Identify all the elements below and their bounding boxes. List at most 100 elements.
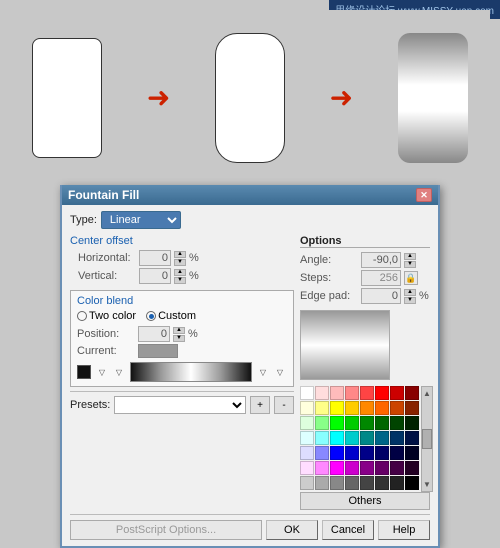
palette-color-cell[interactable] bbox=[405, 461, 419, 475]
palette-color-cell[interactable] bbox=[315, 446, 329, 460]
scroll-down-arrow[interactable]: ▼ bbox=[423, 480, 431, 489]
scroll-up-arrow[interactable]: ▲ bbox=[423, 389, 431, 398]
palette-color-cell[interactable] bbox=[315, 416, 329, 430]
presets-add-btn[interactable]: + bbox=[250, 396, 270, 414]
position-input[interactable] bbox=[138, 326, 170, 342]
tri-left-1[interactable]: ▽ bbox=[95, 365, 109, 379]
palette-color-cell[interactable] bbox=[405, 416, 419, 430]
palette-color-cell[interactable] bbox=[360, 431, 374, 445]
edge-pad-input[interactable] bbox=[361, 288, 401, 304]
palette-color-cell[interactable] bbox=[300, 461, 314, 475]
palette-color-cell[interactable] bbox=[345, 461, 359, 475]
palette-color-cell[interactable] bbox=[315, 476, 329, 490]
postscript-button[interactable]: PostScript Options... bbox=[70, 520, 262, 540]
cancel-button[interactable]: Cancel bbox=[322, 520, 374, 540]
tri-right-1[interactable]: ▽ bbox=[256, 365, 270, 379]
black-swatch[interactable] bbox=[77, 365, 91, 379]
palette-color-cell[interactable] bbox=[360, 386, 374, 400]
position-up[interactable]: ▲ bbox=[173, 327, 185, 334]
palette-color-cell[interactable] bbox=[390, 401, 404, 415]
current-swatch[interactable] bbox=[138, 344, 178, 358]
palette-color-cell[interactable] bbox=[390, 386, 404, 400]
angle-row: Angle: ▲ ▼ bbox=[300, 252, 430, 268]
edge-pad-down[interactable]: ▼ bbox=[404, 297, 416, 304]
palette-color-cell[interactable] bbox=[300, 386, 314, 400]
palette-color-cell[interactable] bbox=[375, 386, 389, 400]
palette-color-cell[interactable] bbox=[375, 401, 389, 415]
two-color-radio[interactable]: Two color bbox=[77, 310, 136, 322]
palette-color-cell[interactable] bbox=[360, 401, 374, 415]
palette-color-cell[interactable] bbox=[360, 416, 374, 430]
palette-color-cell[interactable] bbox=[345, 416, 359, 430]
angle-up[interactable]: ▲ bbox=[404, 253, 416, 260]
palette-color-cell[interactable] bbox=[375, 431, 389, 445]
palette-color-cell[interactable] bbox=[330, 461, 344, 475]
palette-color-cell[interactable] bbox=[315, 401, 329, 415]
steps-input[interactable] bbox=[361, 270, 401, 286]
palette-color-cell[interactable] bbox=[360, 461, 374, 475]
horizontal-up[interactable]: ▲ bbox=[174, 251, 186, 258]
type-select[interactable]: Linear bbox=[101, 211, 181, 229]
palette-color-cell[interactable] bbox=[300, 401, 314, 415]
palette-color-cell[interactable] bbox=[390, 416, 404, 430]
palette-scrollbar[interactable]: ▲ ▼ bbox=[421, 386, 433, 492]
palette-color-cell[interactable] bbox=[345, 476, 359, 490]
palette-color-cell[interactable] bbox=[300, 446, 314, 460]
palette-color-cell[interactable] bbox=[375, 461, 389, 475]
palette-color-cell[interactable] bbox=[390, 446, 404, 460]
palette-color-cell[interactable] bbox=[375, 416, 389, 430]
palette-color-cell[interactable] bbox=[390, 431, 404, 445]
palette-color-cell[interactable] bbox=[345, 386, 359, 400]
palette-color-cell[interactable] bbox=[345, 446, 359, 460]
palette-color-cell[interactable] bbox=[360, 476, 374, 490]
vertical-input[interactable] bbox=[139, 268, 171, 284]
gradient-bar[interactable] bbox=[130, 362, 252, 382]
palette-color-cell[interactable] bbox=[330, 476, 344, 490]
vertical-up[interactable]: ▲ bbox=[174, 269, 186, 276]
palette-color-cell[interactable] bbox=[375, 476, 389, 490]
palette-color-cell[interactable] bbox=[405, 431, 419, 445]
palette-color-cell[interactable] bbox=[390, 476, 404, 490]
palette-color-cell[interactable] bbox=[300, 416, 314, 430]
palette-color-cell[interactable] bbox=[405, 446, 419, 460]
palette-color-cell[interactable] bbox=[330, 416, 344, 430]
palette-color-cell[interactable] bbox=[315, 386, 329, 400]
tri-left-2[interactable]: ▽ bbox=[112, 365, 126, 379]
custom-radio[interactable]: Custom bbox=[146, 310, 196, 322]
vertical-down[interactable]: ▼ bbox=[174, 277, 186, 284]
tri-right-2[interactable]: ▽ bbox=[273, 365, 287, 379]
palette-color-cell[interactable] bbox=[330, 431, 344, 445]
palette-color-cell[interactable] bbox=[405, 386, 419, 400]
scroll-thumb[interactable] bbox=[422, 429, 432, 449]
position-down[interactable]: ▼ bbox=[173, 335, 185, 342]
palette-color-cell[interactable] bbox=[300, 431, 314, 445]
edge-pad-up[interactable]: ▲ bbox=[404, 289, 416, 296]
others-button[interactable]: Others bbox=[300, 492, 430, 510]
palette-color-cell[interactable] bbox=[345, 431, 359, 445]
ok-button[interactable]: OK bbox=[266, 520, 318, 540]
horizontal-input[interactable] bbox=[139, 250, 171, 266]
angle-down[interactable]: ▼ bbox=[404, 261, 416, 268]
palette-color-cell[interactable] bbox=[330, 401, 344, 415]
horizontal-unit: % bbox=[189, 252, 199, 264]
steps-lock-icon[interactable]: 🔒 bbox=[404, 271, 418, 285]
palette-color-cell[interactable] bbox=[360, 446, 374, 460]
edge-pad-row: Edge pad: ▲ ▼ % bbox=[300, 288, 430, 304]
close-button[interactable]: ✕ bbox=[416, 188, 432, 202]
palette-color-cell[interactable] bbox=[315, 431, 329, 445]
palette-color-cell[interactable] bbox=[315, 461, 329, 475]
palette-color-cell[interactable] bbox=[405, 401, 419, 415]
presets-delete-btn[interactable]: - bbox=[274, 396, 294, 414]
palette-color-cell[interactable] bbox=[300, 476, 314, 490]
palette-color-cell[interactable] bbox=[375, 446, 389, 460]
horizontal-down[interactable]: ▼ bbox=[174, 259, 186, 266]
presets-select[interactable] bbox=[114, 396, 246, 414]
palette-color-cell[interactable] bbox=[330, 386, 344, 400]
help-button[interactable]: Help bbox=[378, 520, 430, 540]
palette-color-cell[interactable] bbox=[330, 446, 344, 460]
palette-color-cell[interactable] bbox=[345, 401, 359, 415]
palette-color-cell[interactable] bbox=[390, 461, 404, 475]
palette-color-cell[interactable] bbox=[405, 476, 419, 490]
presets-row: Presets: + - bbox=[70, 391, 294, 414]
angle-input[interactable] bbox=[361, 252, 401, 268]
